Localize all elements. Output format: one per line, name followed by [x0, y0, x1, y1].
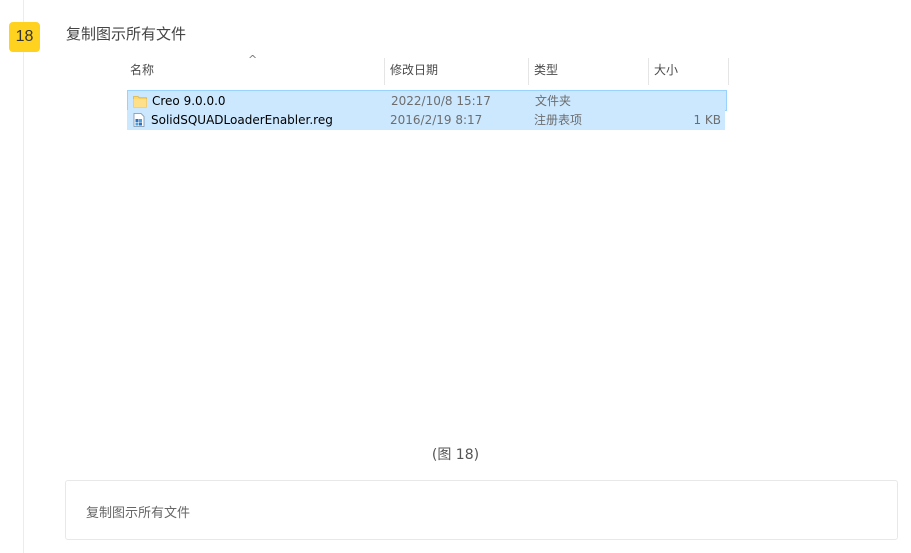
- file-explorer-screenshot: ^ 名称 修改日期 类型 大小 Creo 9.0.0.0 2022/10/8 1…: [127, 53, 729, 135]
- column-header-date[interactable]: 修改日期: [387, 55, 528, 85]
- column-divider[interactable]: [728, 58, 729, 85]
- column-divider[interactable]: [648, 58, 649, 85]
- file-type: 文件夹: [535, 94, 572, 108]
- column-divider[interactable]: [528, 58, 529, 85]
- file-modified-date: 2016/2/19 8:17: [390, 113, 483, 127]
- registry-file-icon: [133, 113, 145, 127]
- column-header-size[interactable]: 大小: [651, 55, 728, 85]
- file-type: 注册表项: [534, 113, 583, 127]
- figure-caption: (图 18): [431, 447, 480, 463]
- folder-icon: [133, 96, 147, 108]
- column-header-type[interactable]: 类型: [531, 55, 647, 85]
- column-header-name[interactable]: 名称: [127, 55, 384, 85]
- step-title: 复制图示所有文件: [66, 25, 187, 43]
- column-header-row: ^ 名称 修改日期 类型 大小: [127, 53, 729, 85]
- file-name: SolidSQUADLoaderEnabler.reg: [151, 113, 333, 127]
- note-box: 复制图示所有文件: [65, 480, 898, 540]
- step-rail: [23, 0, 24, 553]
- note-text: 复制图示所有文件: [86, 506, 191, 521]
- file-size: 1 KB: [693, 113, 721, 127]
- file-row-registry[interactable]: SolidSQUADLoaderEnabler.reg 2016/2/19 8:…: [127, 110, 725, 130]
- file-name: Creo 9.0.0.0: [152, 94, 226, 108]
- file-row-folder[interactable]: Creo 9.0.0.0 2022/10/8 15:17 文件夹: [127, 90, 727, 111]
- step-number-badge: 18: [9, 22, 40, 52]
- column-divider[interactable]: [384, 58, 385, 85]
- file-modified-date: 2022/10/8 15:17: [391, 94, 491, 108]
